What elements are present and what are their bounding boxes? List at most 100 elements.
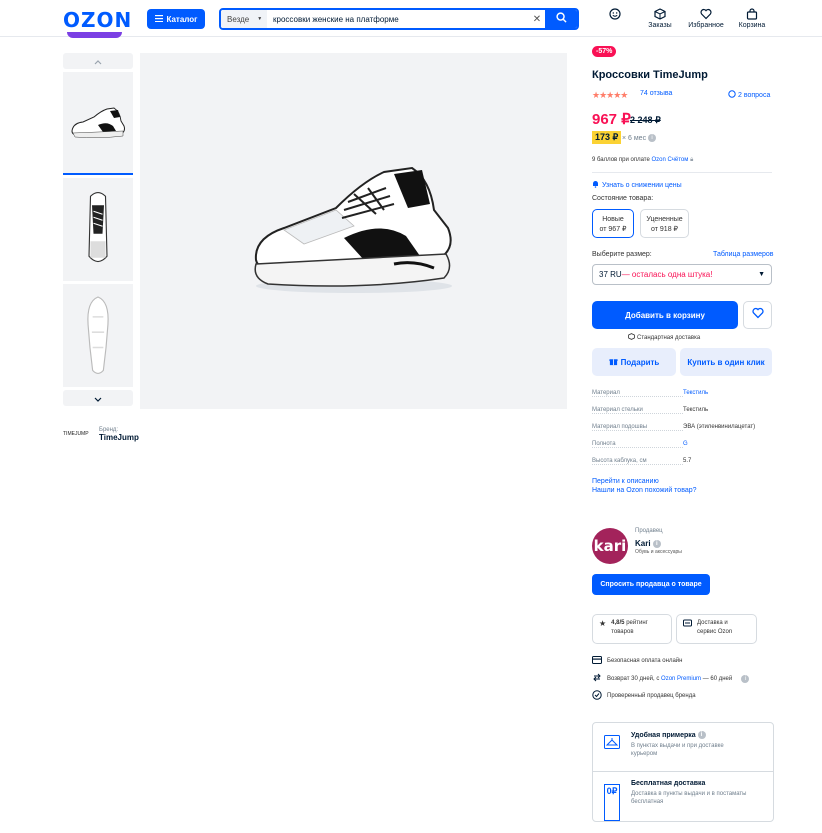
spec-row: Материал подошвы ЭВА (этиленвинилацетат) <box>592 424 772 431</box>
perk-desc: Доставка в пункты выдачи и в постаматы <box>631 791 747 797</box>
spec-value: ЭВА (этиленвинилацетат) <box>683 424 756 430</box>
seller-rating-value: 4,8/5 <box>611 620 625 626</box>
seller-caption: Продавец <box>635 528 663 534</box>
thumbnail-column <box>63 53 133 406</box>
thumbnail-front[interactable] <box>63 178 133 281</box>
check-circle-icon <box>592 690 602 702</box>
spec-value[interactable]: Текстиль <box>683 390 708 397</box>
product-title: Кроссовки TimeJump <box>592 69 708 81</box>
guarantee-verified: Проверенный продавец бренда <box>592 690 696 702</box>
bag-icon <box>732 8 772 20</box>
price-drop-link[interactable]: Узнать о снижении цены <box>592 180 682 190</box>
star-icon: ★ <box>599 619 607 628</box>
ozon-premium-link[interactable]: Ozon Premium <box>661 676 701 682</box>
gift-icon <box>609 357 618 368</box>
guarantee-label: Проверенный продавец бренда <box>607 693 696 699</box>
spec-key: Высота каблука, см <box>592 458 683 465</box>
installment-term-label: × 6 мес <box>622 134 647 142</box>
search-input[interactable] <box>267 14 529 24</box>
perks-box: Удобная примерка i В пунктах выдачи и пр… <box>592 722 774 822</box>
condition-title: Уцененные <box>646 216 683 223</box>
free-delivery-icon: 0₽ <box>603 784 621 821</box>
spec-row: Высота каблука, см 5.7 <box>592 458 772 465</box>
smile-icon <box>595 8 635 20</box>
seller-logo-text: kari <box>593 537 627 555</box>
thumbs-down-button[interactable] <box>63 390 133 406</box>
info-icon[interactable]: i <box>741 674 750 683</box>
search-bar: Везде ▼ ✕ <box>219 8 579 30</box>
similar-product-link[interactable]: Нашли на Ozon похожий товар? <box>592 487 697 494</box>
perk-free-delivery[interactable]: 0₽ Бесплатная доставка Доставка в пункты… <box>593 772 773 821</box>
condition-new[interactable]: Новые от 967 ₽ <box>592 209 634 238</box>
seller-rating-text: товаров <box>611 629 634 635</box>
promo-banner[interactable] <box>67 32 122 38</box>
chevron-down-icon <box>94 389 102 407</box>
brand-logo: TIMEJUMP <box>63 426 93 442</box>
condition-price: от 918 ₽ <box>651 226 678 233</box>
header-nav-label: Заказы <box>648 22 672 29</box>
reviews-link[interactable]: 74 отзыва <box>640 90 672 97</box>
hanger-icon <box>604 735 620 771</box>
brand-name[interactable]: TimeJump <box>99 433 139 442</box>
price-drop-label: Узнать о снижении цены <box>602 181 682 189</box>
stock-warning: — осталась одна штука! <box>621 270 713 279</box>
seller-rating-card[interactable]: ★ 4,8/5 рейтинг товаров <box>592 614 672 644</box>
header-orders[interactable]: Заказы <box>640 8 680 29</box>
info-icon[interactable]: i <box>697 731 706 739</box>
catalog-button[interactable]: Каталог <box>147 9 205 29</box>
header-divider <box>0 36 822 37</box>
service-text: сервис Ozon <box>697 629 733 635</box>
old-price: 2 248 ₽ <box>630 115 661 125</box>
lock-icon: 🔒︎ <box>690 157 694 163</box>
chevron-down-icon: ▼ <box>758 271 765 278</box>
gift-button[interactable]: Подарить <box>592 348 676 376</box>
thumbnail-sole[interactable] <box>63 284 133 387</box>
description-link[interactable]: Перейти к описанию <box>592 478 659 485</box>
discount-badge: -57% <box>592 46 617 57</box>
info-icon[interactable]: i <box>652 539 661 548</box>
catalog-label: Каталог <box>166 14 198 24</box>
brand-block[interactable]: TIMEJUMP Бренд: TimeJump <box>63 426 139 442</box>
product-main-image[interactable] <box>140 53 567 409</box>
perk-fitting[interactable]: Удобная примерка i В пунктах выдачи и пр… <box>593 723 773 772</box>
spec-value: Текстиль <box>683 407 709 413</box>
spec-value[interactable]: G <box>683 441 688 448</box>
size-value: 37 RU <box>599 270 622 279</box>
condition-discounted[interactable]: Уцененные от 918 ₽ <box>640 209 689 238</box>
ozon-account-link[interactable]: Ozon Счётом <box>652 157 689 163</box>
bonus-prefix: 9 баллов при оплате <box>592 157 650 163</box>
spec-key: Материал стельки <box>592 407 683 414</box>
menu-icon <box>154 14 163 24</box>
add-to-cart-button[interactable]: Добавить в корзину <box>592 301 738 329</box>
search-button[interactable] <box>545 10 577 28</box>
chevron-up-icon <box>94 52 102 70</box>
header-profile[interactable] <box>595 8 635 22</box>
search-scope-select[interactable]: Везде ▼ <box>221 10 267 28</box>
size-select[interactable]: 37 RU — осталась одна штука! ▼ <box>592 264 772 285</box>
installment-term: × 6 мес i <box>622 134 657 142</box>
info-icon[interactable]: i <box>648 134 657 142</box>
seller-logo[interactable]: kari <box>592 528 628 564</box>
buy-one-click-button[interactable]: Купить в один клик <box>680 348 772 376</box>
ozon-logo[interactable]: OZON <box>63 8 132 32</box>
installment-badge[interactable]: 173 ₽ <box>592 131 622 144</box>
header-cart[interactable]: Корзина <box>732 8 772 29</box>
favorite-button[interactable] <box>743 301 772 329</box>
questions-link[interactable]: 2 вопроса <box>728 90 770 100</box>
buy-one-click-label: Купить в один клик <box>687 357 765 367</box>
seller-description: Обувь и аксессуары <box>635 549 682 555</box>
size-table-link[interactable]: Таблица размеров <box>713 251 774 258</box>
return-prefix: Возврат 30 дней, с <box>607 675 660 682</box>
return-suffix: — 60 дней <box>702 675 733 682</box>
thumbs-up-button[interactable] <box>63 53 133 69</box>
questions-label: 2 вопроса <box>738 91 771 99</box>
thumbnail-side[interactable] <box>63 72 133 175</box>
ask-seller-button[interactable]: Спросить продавца о товаре <box>592 574 710 595</box>
header-favorites[interactable]: Избранное <box>686 8 726 29</box>
rating-stars[interactable]: ★★★★★ <box>592 90 628 101</box>
ozon-service-card[interactable]: Доставка и сервис Ozon <box>676 614 757 644</box>
seller-name[interactable]: Kari i <box>635 539 661 548</box>
brand-logo-text: TIMEJUMP <box>63 431 89 437</box>
condition-label: Состояние товара: <box>592 195 654 202</box>
clear-icon[interactable]: ✕ <box>529 14 545 25</box>
